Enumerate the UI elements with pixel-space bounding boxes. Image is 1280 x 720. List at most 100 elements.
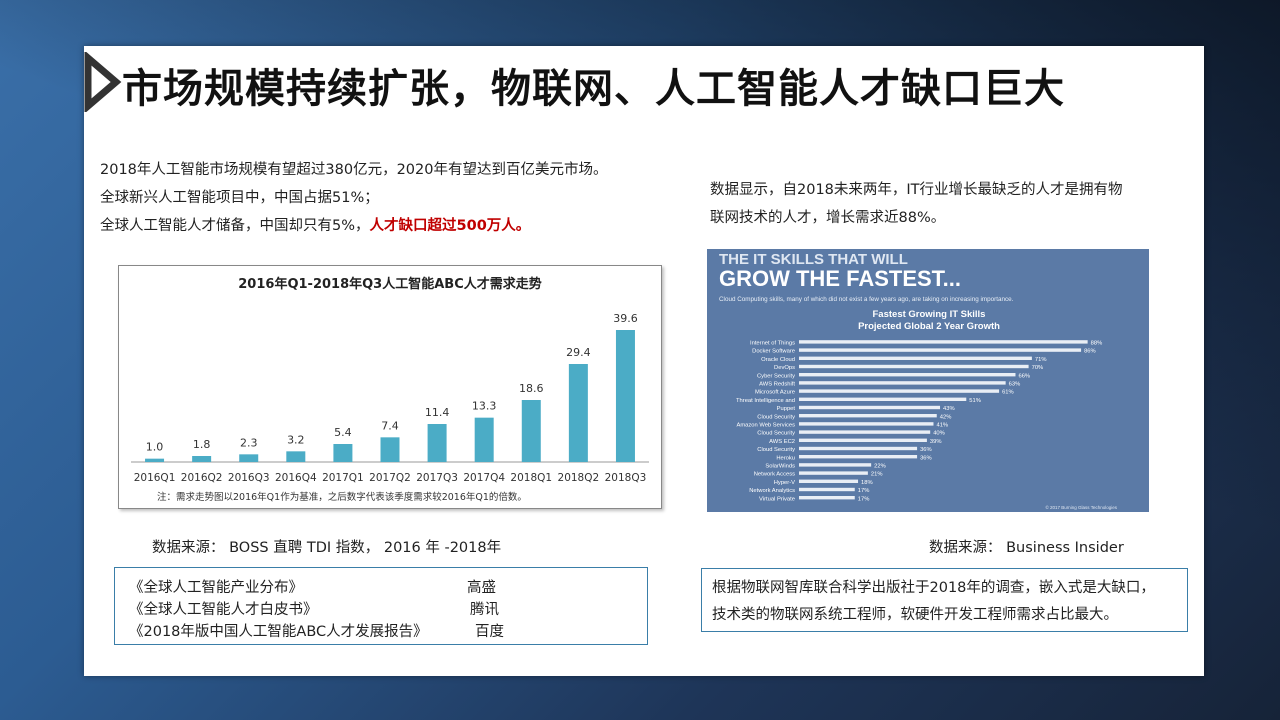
skill-bar — [799, 487, 855, 492]
skill-value-label: 88% — [1091, 341, 1103, 347]
skill-value-label: 41% — [936, 423, 948, 429]
bar — [380, 437, 400, 462]
right-text: 数据显示，自2018未来两年，IT行业增长最缺乏的人才是拥有物 联网技术的人才，… — [710, 176, 1170, 232]
bar-value-label: 7.4 — [381, 419, 399, 432]
skill-value-label: 21% — [871, 472, 883, 478]
reference-title-3: 《2018年版中国人工智能ABC人才发展报告》 — [129, 624, 428, 640]
skill-bar — [799, 405, 941, 410]
skill-bar — [799, 479, 859, 483]
ai-talent-chart: 2016年Q1-2018年Q3人工智能ABC人才需求走势 1.0 2016Q1 1.8… — [118, 265, 662, 509]
bar — [427, 424, 447, 462]
x-tick-label: 2017Q4 — [463, 472, 505, 484]
skill-bar — [799, 455, 918, 459]
skill-value-label: 86% — [1084, 349, 1096, 355]
skill-label: AWS EC2 — [769, 439, 795, 445]
skill-label: Cloud Security — [757, 431, 795, 437]
skill-label: SolarWinds — [765, 464, 795, 470]
skill-bar — [799, 397, 967, 401]
skill-label: Amazon Web Services — [736, 423, 795, 429]
reference-org-1: 高盛 — [467, 580, 496, 596]
skill-value-label: 66% — [1018, 373, 1030, 379]
bar — [474, 417, 494, 462]
note-box: 根据物联网智库联合科学出版社于2018年的调查，嵌入式是大缺口， 技术类的物联网… — [701, 568, 1188, 632]
skill-value-label: 42% — [940, 414, 952, 420]
x-tick-label: 2017Q3 — [416, 472, 458, 484]
bar-value-label: 3.2 — [287, 433, 305, 446]
skill-bar — [799, 389, 1000, 393]
it-skills-bar-chart: THE IT SKILLS THAT WILLGROW THE FASTEST.… — [719, 251, 1118, 510]
intro-line-1: 2018年人工智能市场规模有望超过380亿元，2020年有望达到百亿美元市场。 — [100, 162, 608, 178]
bar-value-label: 5.4 — [334, 426, 352, 439]
bar — [192, 456, 212, 462]
x-tick-label: 2016Q3 — [228, 472, 270, 484]
skill-label: Puppet — [777, 406, 796, 412]
bar — [521, 400, 541, 462]
skill-label: Internet of Things — [750, 341, 795, 347]
note-line-1: 根据物联网智库联合科学出版社于2018年的调查，嵌入式是大缺口， — [712, 580, 1155, 596]
skill-bar — [799, 381, 1006, 385]
source-right: 数据来源： Business Insider — [929, 540, 1124, 556]
right-text-line-2: 联网技术的人才，增长需求近88%。 — [710, 210, 946, 226]
x-tick-label: 2016Q4 — [275, 472, 317, 484]
infographic-subtitle: Cloud Computing skills, many of which di… — [719, 296, 1014, 303]
bar-value-label: 13.3 — [472, 400, 497, 413]
skill-value-label: 63% — [1009, 382, 1021, 388]
x-tick-label: 2018Q2 — [558, 472, 600, 484]
skill-value-label: 18% — [861, 480, 873, 486]
x-tick-label: 2018Q1 — [510, 472, 552, 484]
skill-bar — [799, 438, 927, 442]
bar-value-label: 2.3 — [240, 436, 258, 449]
intro-line-3-prefix: 全球人工智能人才储备，中国却只有5%， — [100, 218, 370, 234]
reference-title-1: 《全球人工智能产业分布》 — [129, 580, 303, 596]
source-left: 数据来源： BOSS 直聘 TDI 指数， 2016 年 -2018年 — [152, 540, 502, 556]
intro-line-3-highlight: 人才缺口超过500万人。 — [369, 218, 531, 234]
skill-bar — [799, 364, 1029, 369]
skill-label: Network Analytics — [749, 488, 795, 494]
skill-bar — [799, 430, 931, 434]
skill-value-label: 70% — [1032, 365, 1044, 371]
intro-line-3: 全球人工智能人才储备，中国却只有5%，人才缺口超过500万人。 — [100, 212, 607, 240]
skill-value-label: 43% — [943, 406, 955, 412]
skill-bar — [799, 414, 937, 418]
skill-bar — [799, 496, 855, 500]
skill-label: AWS Redshift — [759, 382, 795, 388]
skill-value-label: 22% — [874, 464, 886, 470]
x-tick-label: 2016Q2 — [181, 472, 223, 484]
x-tick-label: 2017Q1 — [322, 472, 364, 484]
skill-bar — [799, 356, 1032, 360]
bar — [568, 364, 588, 462]
skill-label: Cloud Security — [757, 414, 795, 420]
bar-value-label: 29.4 — [566, 346, 591, 359]
skill-label: Heroku — [776, 455, 795, 461]
skill-bar — [799, 446, 918, 451]
skill-label: DevOps — [774, 365, 795, 371]
bar — [615, 330, 635, 462]
title-arrow-icon — [84, 52, 122, 112]
it-skills-infographic: THE IT SKILLS THAT WILL GROW THE FASTEST.… — [707, 249, 1149, 512]
skill-label: Microsoft Azure — [755, 390, 795, 396]
skill-bar — [799, 348, 1082, 352]
skill-label: Network Access — [754, 472, 795, 478]
skill-bar — [799, 422, 934, 426]
skill-bar — [799, 471, 868, 475]
skill-value-label: 51% — [969, 398, 981, 404]
infographic-footer: © 2017 Burning Glass Technologies — [1045, 504, 1117, 510]
chart-note: 注：需求走势图以2016年Q1作为基准，之后数字代表该季度需求较2016年Q1的… — [157, 491, 527, 503]
skill-value-label: 61% — [1002, 390, 1014, 396]
infographic-header-2: GROW THE FASTEST... — [719, 266, 961, 291]
skill-label: Threat Intelligence and — [736, 398, 795, 404]
skill-label: Cloud Security — [757, 447, 795, 453]
skill-value-label: 36% — [920, 455, 932, 461]
skill-label: Virtual Private — [759, 496, 795, 502]
reference-org-3: 百度 — [475, 624, 504, 640]
references-box: 《全球人工智能产业分布》 高盛 《全球人工智能人才白皮书》 腾讯 《2018年版… — [114, 567, 648, 645]
slide: 市场规模持续扩张，物联网、人工智能人才缺口巨大 2018年人工智能市场规模有望超… — [84, 46, 1204, 676]
note-line-2: 技术类的物联网系统工程师，软硬件开发工程师需求占比最大。 — [712, 607, 1118, 623]
bar — [333, 444, 353, 462]
right-text-line-1: 数据显示，自2018未来两年，IT行业增长最缺乏的人才是拥有物 — [710, 182, 1123, 198]
intro-text: 2018年人工智能市场规模有望超过380亿元，2020年有望达到百亿美元市场。 … — [100, 156, 607, 240]
skill-value-label: 71% — [1035, 357, 1047, 363]
skill-value-label: 39% — [930, 439, 942, 445]
bar-value-label: 39.6 — [613, 312, 638, 325]
bar — [286, 451, 306, 462]
